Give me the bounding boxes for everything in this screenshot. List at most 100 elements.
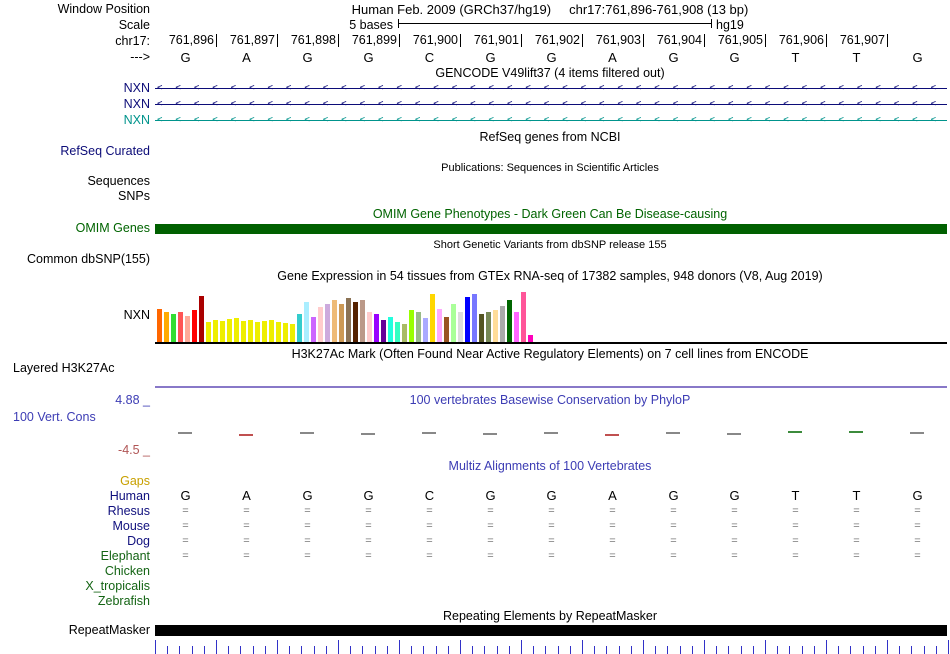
species-label-chicken[interactable]: Chicken [0, 564, 150, 578]
species-label-x_tropicalis[interactable]: X_tropicalis [0, 579, 150, 593]
gtex-tissue-bar[interactable] [437, 309, 442, 342]
gtex-tissue-bar[interactable] [444, 317, 449, 342]
species-label-rhesus[interactable]: Rhesus [0, 504, 150, 518]
publications-track-title[interactable]: Publications: Sequences in Scientific Ar… [155, 161, 945, 175]
gtex-tissue-bar[interactable] [493, 310, 498, 342]
snps-label[interactable]: SNPs [0, 189, 150, 203]
layered-h3k27ac-label[interactable]: Layered H3K27Ac [13, 361, 114, 375]
gtex-tissue-bar[interactable] [486, 312, 491, 342]
gtex-tissue-bar[interactable] [199, 296, 204, 342]
position-label[interactable]: 761,898 [282, 34, 339, 47]
gtex-tissue-bar[interactable] [528, 335, 533, 342]
gencode-track-title[interactable]: GENCODE V49lift37 (4 items filtered out) [155, 66, 945, 80]
conservation-label[interactable]: 100 Vert. Cons [13, 410, 96, 424]
gtex-tissue-bar[interactable] [325, 304, 330, 342]
gtex-tissue-bar[interactable] [472, 294, 477, 342]
gtex-tissue-bar[interactable] [206, 322, 211, 342]
position-label[interactable]: 761,907 [831, 34, 888, 47]
gtex-tissue-bar[interactable] [409, 310, 414, 342]
gtex-tissue-bar[interactable] [185, 316, 190, 342]
gtex-tissue-bar[interactable] [262, 321, 267, 342]
base-row[interactable]: GAGGCGGAGGTTG [155, 50, 948, 64]
gtex-tissue-bar[interactable] [402, 324, 407, 342]
gtex-tissue-bar[interactable] [521, 292, 526, 342]
gtex-tissue-bar[interactable] [178, 312, 183, 342]
h3k27ac-signal-line[interactable] [155, 386, 947, 388]
position-label[interactable]: 761,902 [526, 34, 583, 47]
gtex-tissue-bar[interactable] [241, 321, 246, 342]
gtex-tissue-bar[interactable] [395, 322, 400, 342]
gtex-tissue-bar[interactable] [255, 322, 260, 342]
species-label-mouse[interactable]: Mouse [0, 519, 150, 533]
gtex-tissue-bar[interactable] [171, 314, 176, 342]
gtex-tissue-bar[interactable] [388, 317, 393, 342]
position-label[interactable]: 761,897 [221, 34, 278, 47]
gtex-tissue-bar[interactable] [381, 320, 386, 342]
common-dbsnp-label[interactable]: Common dbSNP(155) [0, 252, 150, 266]
sequences-label[interactable]: Sequences [0, 174, 150, 188]
gtex-tissue-bar[interactable] [507, 300, 512, 342]
gene-item-label[interactable]: NXN [0, 113, 150, 127]
position-label[interactable]: 761,905 [709, 34, 766, 47]
position-label[interactable]: 761,900 [404, 34, 461, 47]
gtex-tissue-bar[interactable] [220, 321, 225, 342]
gtex-tissue-bar[interactable] [353, 302, 358, 342]
species-label-dog[interactable]: Dog [0, 534, 150, 548]
gtex-tissue-bar[interactable] [360, 300, 365, 342]
position-label[interactable]: 761,904 [648, 34, 705, 47]
species-label-human[interactable]: Human [0, 489, 150, 503]
gtex-gene-label[interactable]: NXN [0, 308, 150, 322]
omim-gene-bar[interactable] [155, 224, 947, 234]
gtex-tissue-bar[interactable] [234, 318, 239, 342]
gtex-tissue-bar[interactable] [164, 312, 169, 342]
dbsnp-track-title[interactable]: Short Genetic Variants from dbSNP releas… [155, 238, 945, 252]
species-label-elephant[interactable]: Elephant [0, 549, 150, 563]
gtex-tissue-bar[interactable] [423, 318, 428, 342]
species-label-zebrafish[interactable]: Zebrafish [0, 594, 150, 608]
position-label[interactable]: 761,903 [587, 34, 644, 47]
refseq-curated-label[interactable]: RefSeq Curated [0, 144, 150, 158]
gtex-tissue-bar[interactable] [339, 304, 344, 342]
gtex-tissue-bar[interactable] [346, 298, 351, 342]
gtex-tissue-bar[interactable] [157, 309, 162, 342]
position-label[interactable]: 761,906 [770, 34, 827, 47]
gtex-tissue-bar[interactable] [276, 322, 281, 342]
gtex-track-title[interactable]: Gene Expression in 54 tissues from GTEx … [155, 269, 945, 283]
repeatmasker-bar[interactable] [155, 625, 947, 636]
gtex-tissue-bar[interactable] [367, 312, 372, 342]
position-label[interactable]: 761,901 [465, 34, 522, 47]
gtex-tissue-bar[interactable] [465, 297, 470, 342]
position-ruler[interactable]: 761,896 761,897 761,898 761,899 761,900 761,9… [155, 34, 948, 48]
multiz-track-title[interactable]: Multiz Alignments of 100 Vertebrates [155, 459, 945, 473]
gtex-tissue-bar[interactable] [451, 304, 456, 342]
gtex-tissue-bar[interactable] [458, 312, 463, 342]
omim-genes-label[interactable]: OMIM Genes [0, 221, 150, 235]
gtex-tissue-bar[interactable] [192, 310, 197, 342]
gtex-tissue-bar[interactable] [318, 307, 323, 342]
gene-item-label[interactable]: NXN [0, 97, 150, 111]
gtex-tissue-bar[interactable] [290, 324, 295, 342]
gtex-tissue-bar[interactable] [332, 300, 337, 342]
species-label-gaps[interactable]: Gaps [0, 474, 150, 488]
gtex-tissue-bar[interactable] [374, 314, 379, 342]
gtex-tissue-bar[interactable] [416, 312, 421, 342]
gtex-tissue-bar[interactable] [514, 312, 519, 342]
omim-track-title[interactable]: OMIM Gene Phenotypes - Dark Green Can Be… [155, 207, 945, 221]
gtex-tissue-bar[interactable] [283, 323, 288, 342]
repeatmasker-label[interactable]: RepeatMasker [0, 623, 150, 637]
gtex-tissue-bar[interactable] [430, 294, 435, 342]
gtex-tissue-bar[interactable] [311, 317, 316, 342]
conservation-track-title[interactable]: 100 vertebrates Basewise Conservation by… [155, 393, 945, 407]
gene-item-label[interactable]: NXN [0, 81, 150, 95]
gtex-tissue-bar[interactable] [213, 320, 218, 342]
refseq-track-title[interactable]: RefSeq genes from NCBI [155, 130, 945, 144]
gtex-tissue-bar[interactable] [500, 306, 505, 342]
gtex-tissue-bar[interactable] [269, 320, 274, 342]
gtex-tissue-bar[interactable] [479, 314, 484, 342]
gtex-tissue-bar[interactable] [297, 314, 302, 342]
gtex-tissue-bar[interactable] [248, 320, 253, 342]
h3k27ac-track-title[interactable]: H3K27Ac Mark (Often Found Near Active Re… [155, 347, 945, 361]
gtex-tissue-bar[interactable] [304, 302, 309, 342]
position-label[interactable]: 761,896 [160, 34, 217, 47]
position-label[interactable]: 761,899 [343, 34, 400, 47]
